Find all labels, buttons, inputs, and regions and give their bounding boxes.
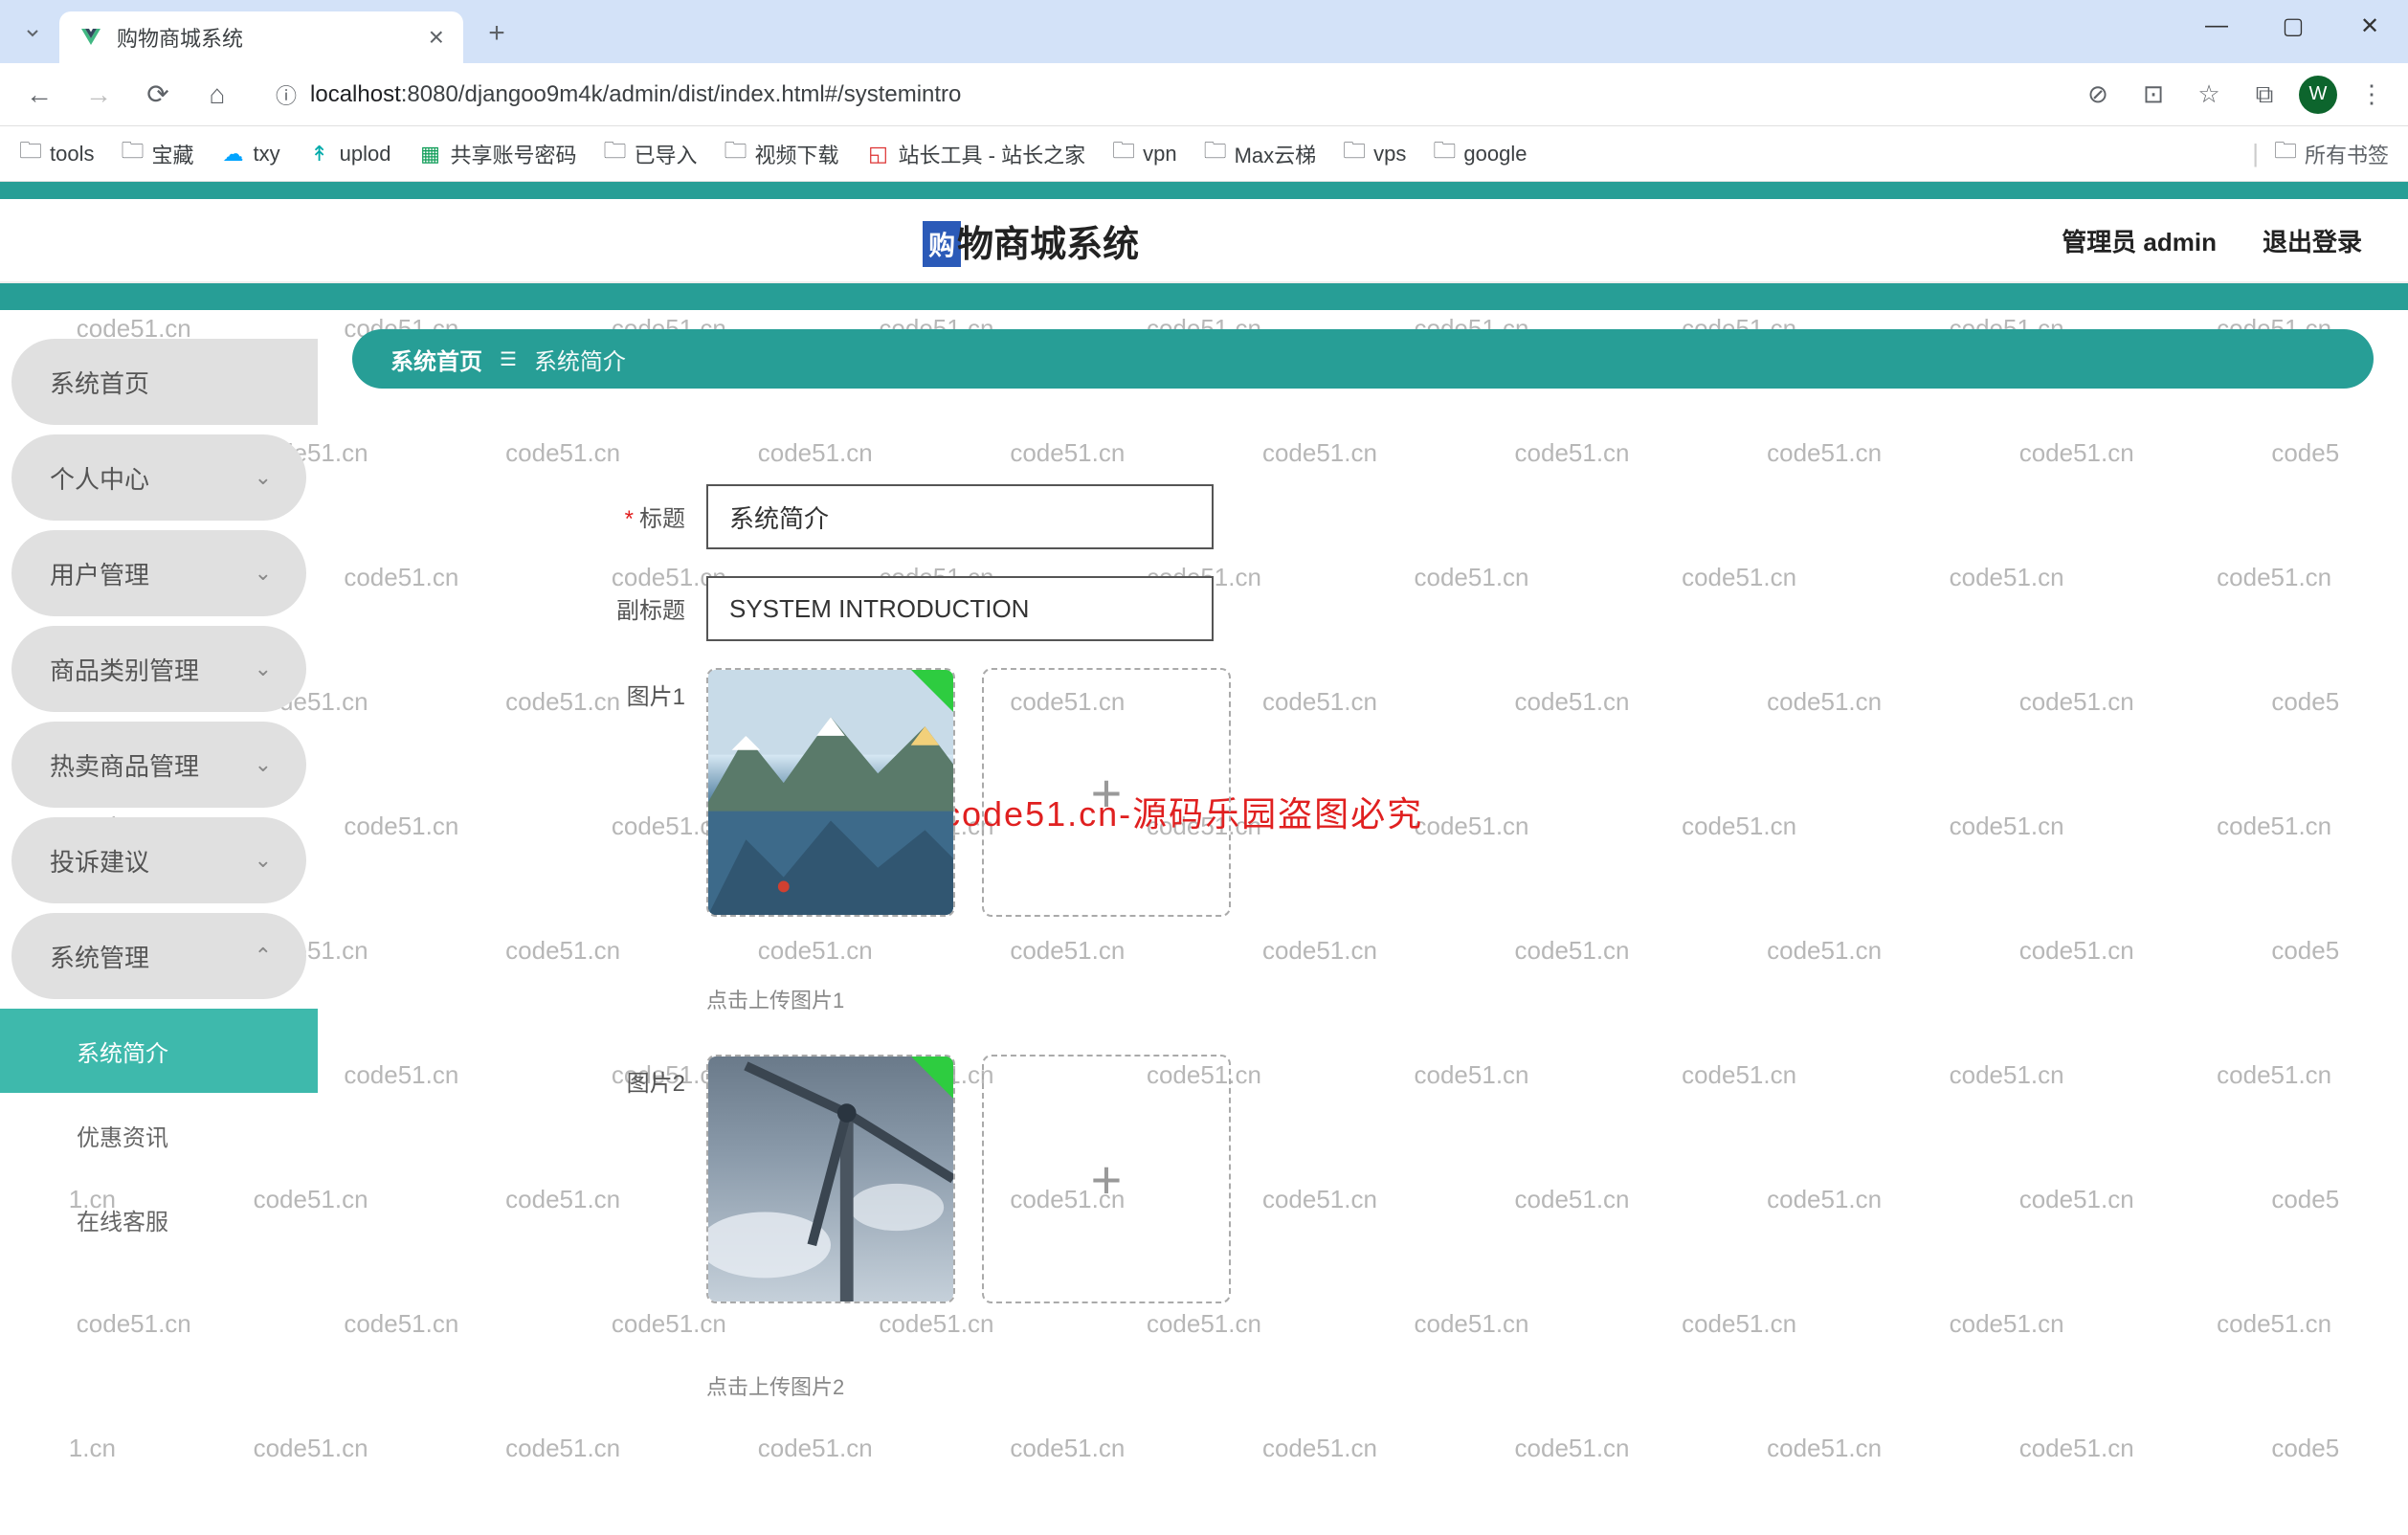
title-label: *标题	[611, 484, 706, 533]
new-tab-button[interactable]: +	[473, 10, 521, 57]
top-accent-bar	[0, 182, 2408, 199]
browser-tab[interactable]: 购物商城系统 ×	[59, 11, 463, 63]
image1-thumbnail[interactable]	[706, 668, 955, 917]
bookmark-txy[interactable]: ☁txy	[221, 142, 280, 167]
upload-icon: ↟	[307, 142, 332, 167]
folder-icon: 🗀	[19, 134, 42, 173]
form-container: *标题 副标题 图片1	[352, 389, 2374, 1401]
nav-sub-systemintro[interactable]: 系统简介	[0, 1009, 318, 1093]
chevron-down-icon: ⌄	[255, 848, 272, 873]
tab-close-icon[interactable]: ×	[429, 22, 444, 53]
browser-toolbar: ← → ⟳ ⌂ ⓘ localhost:8080/djangoo9m4k/adm…	[0, 63, 2408, 126]
bookmark-uplod[interactable]: ↟uplod	[307, 142, 391, 167]
tab-title: 购物商城系统	[117, 22, 415, 53]
folder-icon: 🗀	[1343, 134, 1366, 173]
chevron-down-icon: ⌄	[255, 752, 272, 777]
nav-hot-products[interactable]: 热卖商品管理⌄	[11, 722, 306, 808]
password-icon[interactable]: ⊘	[2077, 74, 2119, 116]
chevron-down-icon: ⌄	[255, 561, 272, 586]
bookmark-google[interactable]: 🗀google	[1433, 134, 1527, 173]
app-header: 购物商城系统 管理员 admin 退出登录	[0, 199, 2408, 283]
bookmark-vps[interactable]: 🗀vps	[1343, 134, 1406, 173]
image2-hint: 点击上传图片2	[706, 1313, 2374, 1401]
folder-icon: 🗀	[121, 134, 144, 173]
sidebar: 系统首页 个人中心⌄ 用户管理⌄ 商品类别管理⌄ 热卖商品管理⌄ 投诉建议⌄ 系…	[0, 310, 318, 1460]
bookmark-tools[interactable]: 🗀tools	[19, 134, 94, 173]
folder-icon: 🗀	[1112, 134, 1135, 173]
chevron-up-icon: ⌃	[255, 944, 272, 968]
image2-add-button[interactable]: +	[982, 1055, 1231, 1303]
folder-icon: 🗀	[2274, 134, 2297, 173]
subtitle-label: 副标题	[611, 576, 706, 625]
nav-system[interactable]: 系统管理⌃	[11, 913, 306, 999]
current-user-label[interactable]: 管理员 admin	[2062, 223, 2217, 258]
forward-button[interactable]: →	[75, 71, 123, 119]
nav-complaints[interactable]: 投诉建议⌄	[11, 817, 306, 903]
nav-home[interactable]: 系统首页	[11, 339, 318, 425]
extensions-icon[interactable]: ⧉	[2243, 74, 2285, 116]
nav-sub-news[interactable]: 优惠资讯	[0, 1093, 318, 1177]
main-content: 系统首页 ☰ 系统简介 *标题 副标题 图片1	[318, 310, 2408, 1460]
menu-icon[interactable]: ⋮	[2351, 74, 2393, 116]
folder-icon: 🗀	[1204, 134, 1227, 173]
all-bookmarks[interactable]: 🗀所有书签	[2274, 134, 2389, 173]
folder-icon: 🗀	[725, 134, 747, 173]
bookmark-shared-pw[interactable]: ▦共享账号密码	[417, 139, 576, 169]
nav-users[interactable]: 用户管理⌄	[11, 530, 306, 616]
home-button[interactable]: ⌂	[193, 71, 241, 119]
chevron-down-icon: ⌄	[255, 465, 272, 490]
breadcrumb-home[interactable]: 系统首页	[390, 343, 482, 376]
nav-sub-chat[interactable]: 在线客服	[0, 1177, 318, 1261]
profile-avatar[interactable]: W	[2299, 76, 2337, 114]
secondary-accent-bar	[0, 283, 2408, 310]
site-info-icon[interactable]: ⓘ	[276, 79, 297, 110]
chevron-down-icon: ⌄	[255, 656, 272, 681]
nav-categories[interactable]: 商品类别管理⌄	[11, 626, 306, 712]
success-corner-icon	[911, 670, 953, 712]
tablist-dropdown-icon[interactable]	[13, 13, 52, 52]
address-bar[interactable]: ⓘ localhost:8080/djangoo9m4k/admin/dist/…	[262, 70, 2056, 120]
folder-icon: 🗀	[603, 134, 626, 173]
breadcrumb: 系统首页 ☰ 系统简介	[352, 329, 2374, 389]
image2-thumbnail[interactable]	[706, 1055, 955, 1303]
browser-titlebar: 购物商城系统 × + — ▢ ✕	[0, 0, 2408, 63]
bookmark-max[interactable]: 🗀Max云梯	[1204, 134, 1317, 173]
breadcrumb-current: 系统简介	[534, 343, 626, 376]
breadcrumb-separator-icon: ☰	[500, 347, 517, 371]
minimize-button[interactable]: —	[2178, 0, 2255, 52]
maximize-button[interactable]: ▢	[2255, 0, 2331, 52]
reload-button[interactable]: ⟳	[134, 71, 182, 119]
app-title: 购物商城系统	[0, 214, 2062, 267]
success-corner-icon	[911, 1057, 953, 1099]
plus-icon: +	[1091, 762, 1123, 824]
logout-button[interactable]: 退出登录	[2263, 223, 2362, 258]
image1-hint: 点击上传图片1	[706, 926, 2374, 1014]
bookmark-vpn[interactable]: 🗀vpn	[1112, 134, 1176, 173]
bookmark-video-dl[interactable]: 🗀视频下载	[725, 134, 839, 173]
site-icon: ◱	[866, 142, 891, 167]
bookmark-star-icon[interactable]: ☆	[2188, 74, 2230, 116]
image2-label: 图片2	[611, 1055, 706, 1098]
back-button[interactable]: ←	[15, 71, 63, 119]
vue-favicon-icon	[78, 25, 103, 50]
folder-icon: 🗀	[1433, 134, 1456, 173]
bookmark-imported[interactable]: 🗀已导入	[603, 134, 697, 173]
url-text: localhost:8080/djangoo9m4k/admin/dist/in…	[310, 81, 961, 108]
image1-label: 图片1	[611, 668, 706, 711]
plus-icon: +	[1091, 1148, 1123, 1211]
lens-icon[interactable]: ⊡	[2132, 74, 2174, 116]
sheets-icon: ▦	[417, 142, 442, 167]
subtitle-input[interactable]	[706, 576, 1214, 641]
title-input[interactable]	[706, 484, 1214, 549]
close-window-button[interactable]: ✕	[2331, 0, 2408, 52]
nav-profile[interactable]: 个人中心⌄	[11, 434, 306, 521]
cloud-icon: ☁	[221, 142, 246, 167]
bookmark-treasure[interactable]: 🗀宝藏	[121, 134, 193, 173]
bookmarks-bar: 🗀tools 🗀宝藏 ☁txy ↟uplod ▦共享账号密码 🗀已导入 🗀视频下…	[0, 126, 2408, 182]
image1-add-button[interactable]: +	[982, 668, 1231, 917]
bookmark-webmaster[interactable]: ◱站长工具 - 站长之家	[866, 139, 1086, 169]
